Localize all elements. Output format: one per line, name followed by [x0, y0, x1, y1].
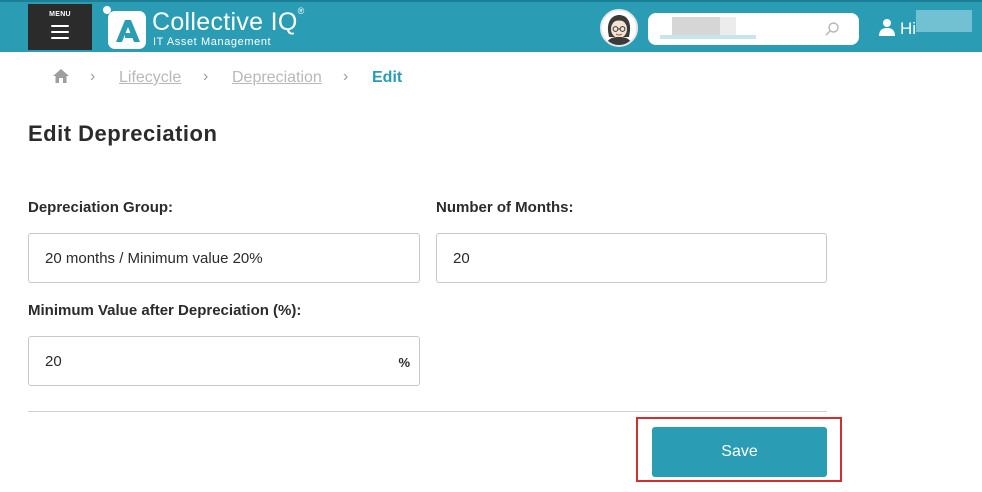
depreciation-group-value: 20 months / Minimum value 20% — [45, 250, 263, 267]
user-icon — [879, 19, 895, 36]
avatar[interactable] — [600, 9, 638, 47]
number-of-months-label: Number of Months: — [436, 199, 574, 216]
minimum-value-value: 20 — [45, 353, 62, 370]
menu-label: MENU — [49, 11, 71, 18]
divider — [28, 411, 827, 412]
brand-name: Collective IQ® — [152, 6, 305, 37]
minimum-value-field[interactable]: 20 % — [28, 336, 420, 386]
top-navigation-bar: MENU Collective IQ® IT Asset Management — [0, 0, 982, 52]
number-of-months-value: 20 — [453, 250, 470, 267]
logo-a-icon — [116, 20, 140, 42]
search-icon[interactable] — [824, 21, 840, 37]
save-button[interactable]: Save — [652, 427, 827, 477]
redacted-text — [660, 35, 756, 39]
chevron-right-icon: › — [203, 68, 209, 85]
avatar-portrait-icon — [602, 11, 636, 45]
search-input[interactable] — [648, 13, 859, 45]
depreciation-group-label: Depreciation Group: — [28, 199, 174, 216]
logo-mark — [108, 11, 146, 49]
number-of-months-field[interactable]: 20 — [436, 233, 827, 283]
menu-button[interactable]: MENU — [28, 4, 92, 50]
page-title: Edit Depreciation — [28, 121, 218, 146]
breadcrumb-lifecycle[interactable]: Lifecycle — [119, 69, 181, 87]
minimum-value-label: Minimum Value after Depreciation (%): — [28, 302, 302, 319]
breadcrumb-depreciation[interactable]: Depreciation — [232, 69, 322, 87]
redacted-text — [720, 17, 736, 35]
percent-suffix: % — [398, 355, 410, 370]
depreciation-group-select[interactable]: 20 months / Minimum value 20% — [28, 233, 420, 283]
brand-name-text: Collective IQ — [152, 8, 298, 36]
home-icon[interactable] — [52, 68, 70, 84]
brand-tagline: IT Asset Management — [153, 36, 272, 48]
redacted-text — [672, 17, 720, 35]
greeting-text: Hi — [900, 19, 917, 38]
chevron-right-icon: › — [343, 68, 349, 85]
chevron-right-icon: › — [90, 68, 96, 85]
hamburger-icon — [51, 25, 69, 43]
redacted-username — [916, 10, 972, 32]
registered-mark: ® — [297, 6, 305, 16]
breadcrumb-edit: Edit — [372, 69, 403, 86]
